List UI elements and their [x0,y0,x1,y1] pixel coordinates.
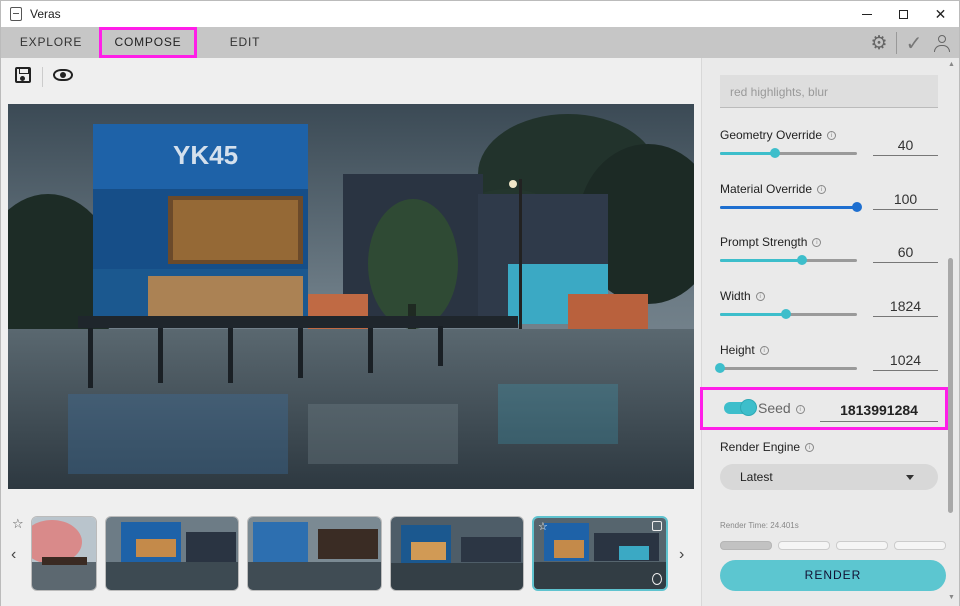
check-icon[interactable]: ✓ [903,31,925,56]
rendered-image[interactable]: YK45 [8,104,694,489]
slider-thumb[interactable] [715,363,725,373]
svg-text:YK45: YK45 [173,140,238,170]
slider-thumb[interactable] [852,202,862,212]
thumbnail-item[interactable] [247,516,382,591]
close-icon: ✕ [934,5,947,22]
width-field[interactable]: 1824 [873,295,938,317]
chevron-left-icon[interactable]: ‹ [11,546,16,564]
main-tab-bar: EXPLORE COMPOSE EDIT ⚙ ✓ [1,27,959,58]
geometry-override-control: Geometry Override i 40 [720,128,940,172]
compose-canvas-area: YK45 ☆ ‹ ☆ › [1,58,701,606]
image-toolbar [1,58,701,94]
tab-edit[interactable]: EDIT [221,27,269,58]
info-icon[interactable]: i [827,131,837,140]
thumbnail-graphic [391,517,523,590]
tab-compose[interactable]: COMPOSE [99,27,197,58]
progress-segment [778,541,830,550]
thumbnail-graphic [32,517,96,590]
prompt-strength-control: Prompt Strength i 60 [720,235,940,279]
seed-label: Seed i [758,400,805,416]
toolbar-divider [42,67,43,87]
thumbnail-copy-icon[interactable] [652,521,662,531]
slider-thumb[interactable] [769,148,780,158]
seed-field[interactable]: 1813991284 [820,398,938,422]
header-divider [896,32,897,54]
param-label: Prompt Strength i [720,235,822,249]
window-title: Veras [30,7,61,21]
tab-explore[interactable]: EXPLORE [11,27,91,58]
render-preview-graphic: YK45 [8,104,694,489]
prompt-strength-slider[interactable] [720,255,857,265]
prompt-strength-field[interactable]: 60 [873,241,938,263]
history-thumbnail-strip: ☆ ‹ ☆ › [1,508,701,598]
material-override-control: Material Override i 100 [720,182,940,226]
thumbnail-download-icon[interactable] [652,573,662,585]
close-button[interactable]: ✕ [922,1,959,27]
material-override-field[interactable]: 100 [873,188,938,210]
thumbnail-item[interactable] [390,516,524,591]
panel-scrollbar[interactable] [948,258,953,513]
scroll-up-icon[interactable]: ▲ [948,61,955,68]
gear-icon[interactable]: ⚙ [868,32,890,55]
info-icon[interactable]: i [817,185,827,194]
maximize-icon [899,9,908,19]
window-controls: ✕ [848,1,959,27]
render-engine-label: Render Engine i [720,440,815,454]
slider-thumb[interactable] [797,255,808,265]
height-field[interactable]: 1024 [873,349,938,371]
render-engine-select[interactable]: Latest [720,464,938,490]
title-bar: Veras ✕ [1,1,959,27]
width-slider[interactable] [720,309,857,319]
caret-down-icon [906,475,914,480]
thumbnail-graphic [106,517,238,590]
minimize-icon [861,13,872,15]
info-icon[interactable]: i [812,238,822,247]
thumbnail-graphic [534,518,666,589]
slider-thumb[interactable] [780,309,791,319]
info-icon[interactable]: i [795,405,805,414]
param-label: Width i [720,289,765,303]
thumbnail-item[interactable] [105,516,239,591]
thumbnail-item[interactable] [31,516,97,591]
geometry-override-field[interactable]: 40 [873,134,938,156]
chevron-right-icon[interactable]: › [679,546,684,564]
param-label: Material Override i [720,182,827,196]
thumbnail-item-selected[interactable]: ☆ [532,516,668,591]
thumbnail-graphic [248,517,381,590]
star-icon[interactable]: ☆ [12,516,24,532]
eye-icon[interactable] [53,69,73,81]
info-icon[interactable]: i [755,292,765,301]
compose-settings-panel: ▲ red highlights, blur Geometry Override… [700,58,959,606]
info-icon[interactable]: i [759,346,769,355]
maximize-button[interactable] [885,1,922,27]
param-label: Height i [720,343,769,357]
progress-segment [720,541,772,550]
prompt-input[interactable]: red highlights, blur [720,75,938,108]
height-slider[interactable] [715,363,857,373]
thumbnail-star-icon[interactable]: ☆ [538,520,548,533]
param-label: Geometry Override i [720,128,837,142]
save-icon[interactable] [15,67,31,83]
material-override-slider[interactable] [720,202,862,212]
header-actions: ⚙ ✓ [868,31,953,55]
app-logo-icon [10,7,22,21]
height-control: Height i 1024 [715,343,940,387]
user-icon[interactable] [931,32,953,54]
scroll-down-icon[interactable]: ▼ [948,594,955,601]
render-progress [720,541,946,550]
info-icon[interactable]: i [805,443,815,452]
geometry-override-slider[interactable] [720,148,857,158]
seed-control: Seed i 1813991284 [700,387,948,430]
render-button[interactable]: RENDER [720,560,946,591]
render-time-text: Render Time: 24.401s [720,521,799,530]
width-control: Width i 1824 [720,289,940,333]
seed-toggle[interactable] [724,399,757,416]
progress-segment [894,541,946,550]
minimize-button[interactable] [848,1,885,27]
app-window: Veras ✕ EXPLORE COMPOSE EDIT ⚙ ✓ YK45 ☆ … [0,0,960,606]
progress-segment [836,541,888,550]
